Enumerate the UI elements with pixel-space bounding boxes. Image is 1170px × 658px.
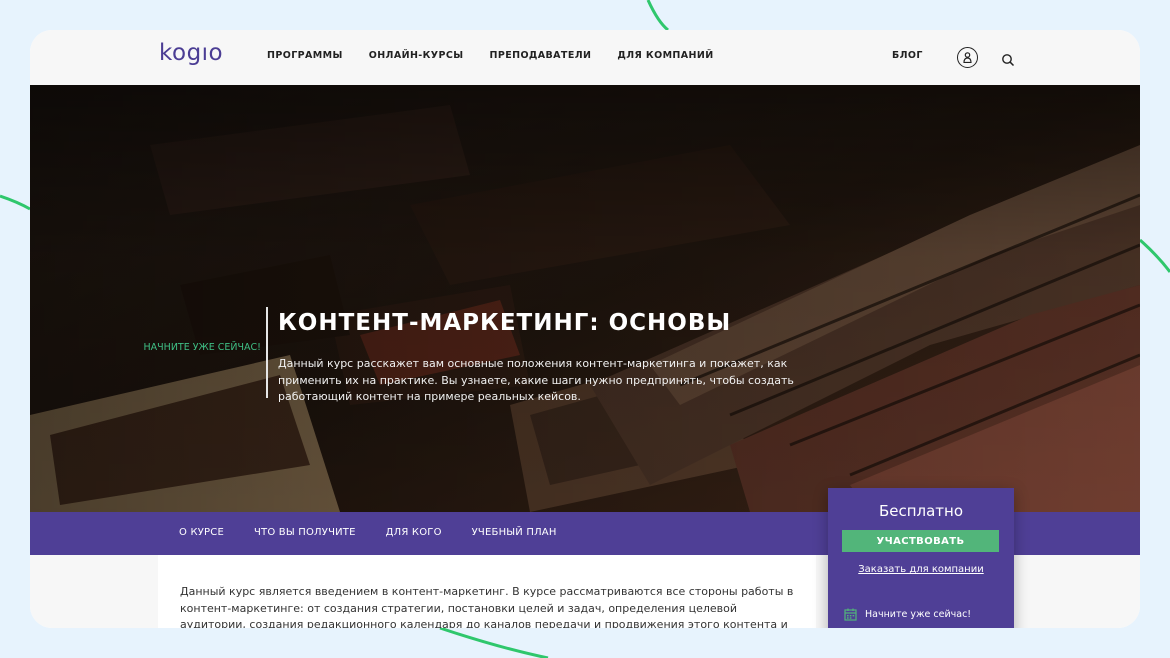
price-card: Бесплатно УЧАСТВОВАТЬ Заказать для компа…: [828, 488, 1014, 628]
main-nav: ПРОГРАММЫ ОНЛАЙН-КУРСЫ ПРЕПОДАВАТЕЛИ ДЛЯ…: [267, 50, 714, 61]
search-icon: [1002, 54, 1015, 67]
tab-about[interactable]: О КУРСЕ: [179, 527, 224, 538]
nav-teachers[interactable]: ПРЕПОДАВАТЕЛИ: [490, 50, 592, 61]
hero-background-image: [30, 85, 1140, 512]
tab-what-you-get[interactable]: ЧТО ВЫ ПОЛУЧИТЕ: [254, 527, 356, 538]
hero-start-now: Начните уже сейчас!: [143, 342, 261, 353]
tab-curriculum[interactable]: УЧЕБНЫЙ ПЛАН: [472, 527, 557, 538]
search-button[interactable]: [1001, 52, 1015, 67]
price-label: Бесплатно: [878, 502, 964, 520]
user-button[interactable]: [957, 47, 978, 68]
calendar-icon: [844, 608, 857, 621]
subnav-items: О КУРСЕ ЧТО ВЫ ПОЛУЧИТЕ ДЛЯ КОГО УЧЕБНЫЙ…: [179, 527, 557, 538]
course-title: КОНТЕНТ-МАРКЕТИНГ: ОСНОВЫ: [278, 310, 732, 336]
user-icon: [963, 52, 972, 63]
join-button[interactable]: УЧАСТВОВАТЬ: [842, 530, 999, 552]
nav-programs[interactable]: ПРОГРАММЫ: [267, 50, 343, 61]
card-start-now: Начните уже сейчас!: [865, 609, 972, 620]
hero-banner: Начните уже сейчас! КОНТЕНТ-МАРКЕТИНГ: О…: [30, 85, 1140, 512]
order-for-company-link[interactable]: Заказать для компании: [828, 564, 1014, 575]
tab-for-whom[interactable]: ДЛЯ КОГО: [386, 527, 442, 538]
course-intro-text: Данный курс является введением в контент…: [180, 585, 794, 628]
nav-online-courses[interactable]: ОНЛАЙН-КУРСЫ: [369, 50, 464, 61]
nav-for-companies[interactable]: ДЛЯ КОМПАНИЙ: [617, 50, 713, 61]
title-divider: [266, 307, 268, 398]
site-header: kogıo ПРОГРАММЫ ОНЛАЙН-КУРСЫ ПРЕПОДАВАТЕ…: [30, 30, 1140, 85]
nav-blog[interactable]: БЛОГ: [892, 50, 923, 61]
course-description: Данный курс расскажет вам основные полож…: [278, 357, 794, 403]
start-now-row: Начните уже сейчас!: [844, 608, 971, 621]
browser-frame: kogıo ПРОГРАММЫ ОНЛАЙН-КУРСЫ ПРЕПОДАВАТЕ…: [30, 30, 1140, 628]
logo[interactable]: kogıo: [159, 40, 223, 66]
